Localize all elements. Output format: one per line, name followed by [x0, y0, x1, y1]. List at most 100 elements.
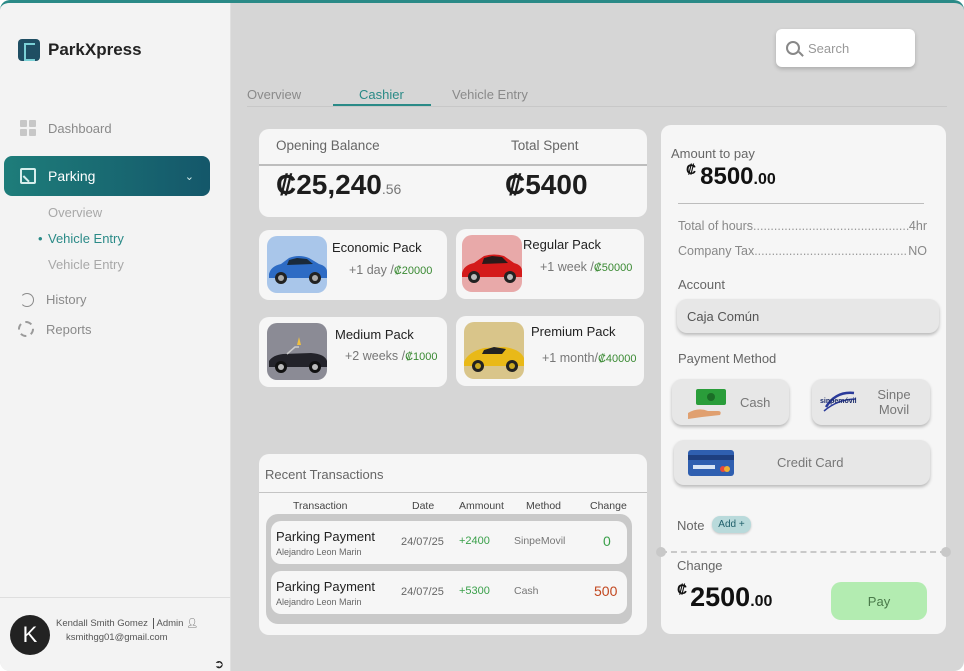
opening-balance-label: Opening Balance [276, 138, 380, 153]
pack-detail: +2 weeks /₡1000 [345, 349, 438, 363]
pack-title: Medium Pack [335, 327, 414, 342]
pack-regular[interactable]: Regular Pack +1 week /₡50000 [456, 229, 644, 299]
user-name: Kendall Smith Gomez [56, 618, 148, 629]
hours-label: Total of hours [678, 219, 754, 233]
change-value: ₡ 2500.00 [677, 581, 773, 612]
col-header-method: Method [526, 500, 562, 512]
chevron-down-icon: ⌄ [184, 170, 194, 183]
history-icon [20, 292, 34, 307]
note-label: Note [677, 518, 705, 533]
col-header-change: Change [590, 500, 627, 512]
col-header-amount: Ammount [459, 500, 504, 512]
user-role: Admin [152, 618, 184, 629]
transaction-method: Cash [514, 585, 539, 597]
transactions-divider [259, 492, 647, 493]
parkxpress-logo-icon [18, 39, 40, 61]
payment-method-cash[interactable]: Cash [672, 379, 789, 425]
payment-method-label: Payment Method [678, 351, 777, 366]
tab-cashier[interactable]: Cashier [359, 87, 404, 102]
payment-method-sinpe-movil[interactable]: sinpemóvil Sinpe Movil [812, 379, 930, 425]
add-note-button[interactable]: Add + [712, 516, 751, 533]
pack-title: Premium Pack [531, 324, 616, 339]
transaction-date: 24/07/25 [401, 586, 444, 598]
tab-vehicle-entry[interactable]: Vehicle Entry [452, 87, 528, 102]
payment-method-label: Cash [740, 395, 771, 410]
tax-label: Company Tax [678, 244, 755, 258]
change-label: Change [677, 558, 723, 573]
red-car-icon [462, 235, 522, 292]
transaction-amount: +5300 [459, 585, 490, 597]
pack-medium[interactable]: Medium Pack +2 weeks /₡1000 [259, 317, 447, 387]
sinpe-movil-logo-text: sinpemóvil [820, 398, 857, 405]
active-tab-indicator [333, 104, 431, 106]
profile-name-role: Kendall Smith Gomez Admin 👤︎ [56, 618, 198, 629]
payment-method-label: Credit Card [777, 455, 844, 470]
tax-value: NO [908, 244, 927, 258]
subnav-vehicle-entry-active[interactable]: Vehicle Entry [38, 231, 124, 246]
tab-overview[interactable]: Overview [247, 87, 301, 102]
sinpe-movil-logo: sinpemóvil [820, 389, 860, 420]
cash-icon [688, 385, 730, 426]
subnav-overview[interactable]: Overview [48, 205, 102, 220]
dot-leader: ........................................… [753, 219, 909, 233]
sidebar-item-parking[interactable]: Parking ⌄ [4, 156, 210, 196]
subnav-vehicle-entry[interactable]: Vehicle Entry [48, 257, 124, 272]
balance-card: Opening Balance Total Spent ₡25,240.56 ₡… [259, 129, 647, 217]
blue-car-icon [267, 236, 327, 293]
company-tax-row: Company Tax ............................… [678, 244, 927, 258]
sidebar-item-label: Parking [48, 168, 96, 184]
col-header-transaction: Transaction [293, 500, 348, 512]
sidebar: ParkXpress Dashboard Parking ⌄ Overview … [0, 3, 231, 671]
account-select[interactable]: Caja Común [677, 299, 939, 333]
reports-icon [18, 321, 34, 337]
balance-divider [259, 164, 647, 166]
payment-method-label: Sinpe Movil [877, 387, 911, 417]
app-logo[interactable]: ParkXpress [18, 39, 142, 61]
user-email: ksmithgg01@gmail.com [66, 632, 168, 643]
pack-economic[interactable]: Economic Pack +1 day /₡20000 [259, 230, 447, 300]
transaction-customer: Alejandro Leon Marin [276, 597, 362, 607]
amount-to-pay-label: Amount to pay [671, 146, 755, 161]
search-box[interactable] [776, 29, 915, 67]
sidebar-item-dashboard[interactable]: Dashboard [20, 120, 112, 136]
app-window: ParkXpress Dashboard Parking ⌄ Overview … [0, 0, 964, 671]
transaction-method: SinpeMovil [514, 535, 566, 547]
payment-panel: Amount to pay ₡ 8500.00 Total of hours ..… [656, 125, 951, 634]
recent-transactions-title: Recent Transactions [265, 467, 384, 482]
transaction-name: Parking Payment [276, 529, 375, 544]
parking-icon [20, 168, 36, 184]
search-input[interactable] [808, 40, 898, 56]
grid-icon [20, 120, 36, 136]
convertible-car-icon [267, 323, 327, 380]
logout-icon[interactable]: ➲ [214, 657, 224, 671]
transaction-change: 0 [603, 533, 611, 549]
transaction-change: 500 [594, 583, 618, 599]
account-label: Account [678, 277, 725, 292]
transaction-name: Parking Payment [276, 579, 375, 594]
sidebar-item-reports[interactable]: Reports [18, 321, 92, 337]
sidebar-item-label: Reports [46, 321, 92, 337]
credit-card-icon [688, 450, 734, 481]
sidebar-item-label: History [46, 292, 87, 307]
receipt-notch-right [941, 547, 951, 557]
pay-button[interactable]: Pay [831, 582, 927, 620]
yellow-sports-car-icon [464, 322, 524, 379]
table-row[interactable]: Parking Payment Alejandro Leon Marin 24/… [271, 521, 627, 564]
transaction-customer: Alejandro Leon Marin [276, 547, 362, 557]
pack-premium[interactable]: Premium Pack +1 month/₡40000 [456, 316, 644, 386]
payment-method-credit-card[interactable]: Credit Card [674, 440, 930, 485]
user-icon: 👤︎ [186, 618, 199, 629]
recent-transactions-card: Recent Transactions Transaction Date Amm… [259, 454, 647, 635]
opening-balance-value: ₡25,240.56 [276, 169, 402, 200]
pack-detail: +1 day /₡20000 [349, 263, 433, 277]
app-name: ParkXpress [48, 40, 142, 59]
total-spent-value: ₡5400 [505, 169, 588, 200]
sidebar-item-history[interactable]: History [20, 292, 86, 307]
table-row[interactable]: Parking Payment Alejandro Leon Marin 24/… [271, 571, 627, 614]
transactions-list: Parking Payment Alejandro Leon Marin 24/… [266, 514, 632, 624]
pack-title: Regular Pack [523, 237, 602, 252]
receipt-notch-left [656, 547, 666, 557]
transaction-date: 24/07/25 [401, 536, 444, 548]
transaction-amount: +2400 [459, 535, 490, 547]
avatar[interactable]: K [10, 615, 50, 655]
